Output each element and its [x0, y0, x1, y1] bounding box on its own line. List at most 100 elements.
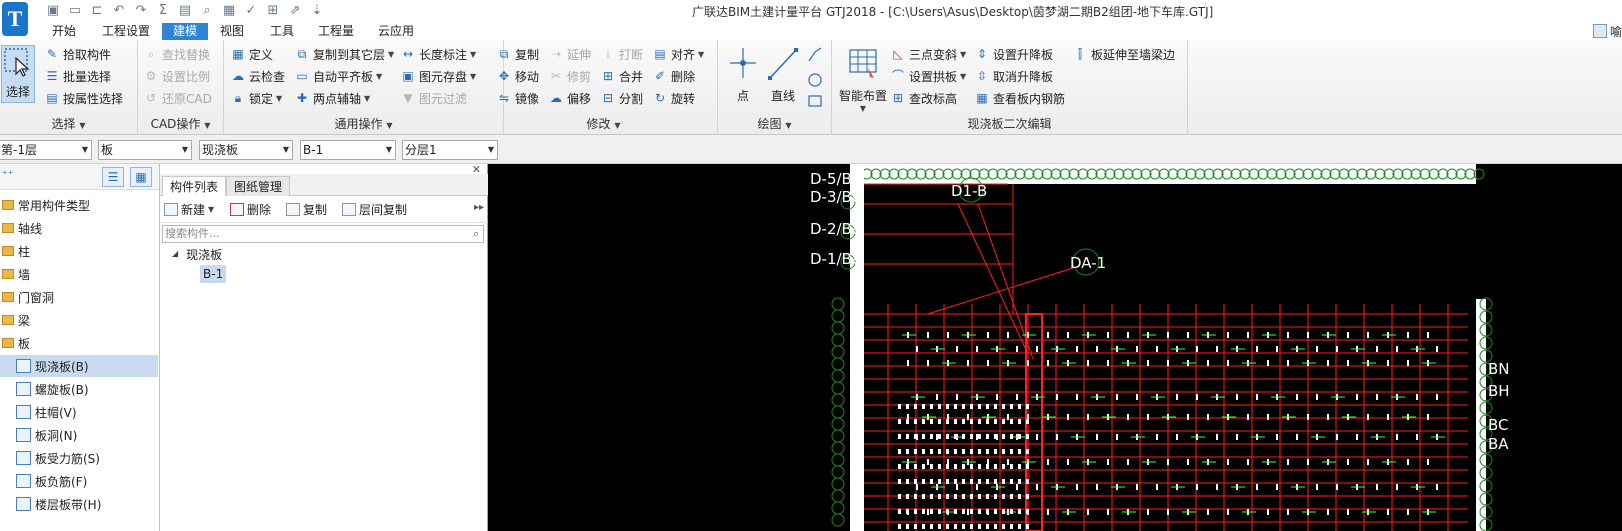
open-folder-icon[interactable]: ⊏ [88, 3, 106, 19]
point-button[interactable]: 点 [726, 44, 760, 104]
tree-leaf[interactable]: 楼层板带(H) [0, 493, 158, 515]
delete-component-button[interactable]: 删除 [230, 201, 271, 218]
component-group[interactable]: ◢ 现浇板 [172, 246, 222, 263]
auto-flush-slab-button[interactable]: ▭ 自动平齐板 ▼ [294, 66, 382, 86]
align-button[interactable]: ▤ 对齐 ▼ [652, 44, 704, 64]
break-button[interactable]: ⁞ 打断 [600, 44, 643, 64]
draw-group-label[interactable]: 绘图 ▼ [718, 115, 831, 132]
restore-cad-button[interactable]: ↺ 还原CAD [143, 88, 212, 108]
user-area[interactable]: 喻 [1592, 22, 1622, 40]
tree-folder[interactable]: 门窗洞 [0, 286, 158, 308]
two-point-axis-button[interactable]: ✚ 两点辅轴 ▼ [294, 88, 370, 108]
save-element-button[interactable]: ▣ 图元存盘 ▼ [400, 66, 476, 86]
find-icon[interactable]: ⌕ [198, 3, 216, 19]
delete-button[interactable]: ✐ 删除 [652, 66, 695, 86]
floor-select[interactable]: 第-1层 ▼ [0, 140, 92, 160]
lock-button[interactable]: 🔒︎ 锁定 ▼ [230, 88, 282, 108]
pick-component-button[interactable]: ✎ 拾取构件 [44, 44, 111, 64]
cloud-check-button[interactable]: ☁ 云检查 [230, 66, 285, 86]
copy-to-other-floor-button[interactable]: ⧉ 复制到其它层 ▼ [294, 44, 394, 64]
arc-tools-icon[interactable] [806, 44, 824, 110]
select-group-label[interactable]: 选择 ▼ [0, 115, 137, 132]
check-icon[interactable]: ✓ [242, 3, 260, 19]
rotate-button[interactable]: ↻ 旋转 [652, 88, 695, 108]
search-icon[interactable]: ⌕ [473, 226, 479, 242]
smart-layout-button[interactable]: 智能布置 ▼ [836, 44, 890, 113]
modify-group-label[interactable]: 修改 ▼ [490, 115, 717, 132]
tree-leaf[interactable]: 板受力筋(S) [0, 447, 158, 469]
copy-component-button[interactable]: 复制 [286, 201, 327, 218]
view-slab-rebar-button[interactable]: ▦ 查看板内钢筋 [974, 88, 1065, 108]
move-button[interactable]: ✥ 移动 [496, 66, 539, 86]
app-logo[interactable]: T [2, 2, 28, 36]
drawing-canvas[interactable]: D-5/B8 D-3/B8 D-2/B8 D-1/B8 D1-B DA-1 BN BH BC BA [488, 164, 1622, 531]
copy-between-floors-button[interactable]: 层间复制 [342, 201, 407, 218]
trim-button[interactable]: ✂ 修剪 [548, 66, 591, 86]
tree-leaf[interactable]: 板洞(N) [0, 424, 158, 446]
select-button[interactable]: 选择 [1, 45, 35, 103]
tree-folder[interactable]: 轴线 [0, 217, 158, 239]
tree-folder[interactable]: 柱 [0, 240, 158, 262]
list-view-icon[interactable]: ☰ [102, 167, 124, 187]
save-icon[interactable]: ▣ [44, 3, 62, 19]
mirror-button[interactable]: ⇋ 镜像 [496, 88, 539, 108]
batch-select-button[interactable]: ☰ 批量选择 [44, 66, 111, 86]
tree-leaf[interactable]: 柱帽(V) [0, 401, 158, 423]
component-search-input[interactable]: 搜索构件... ⌕ [162, 225, 484, 243]
line-button[interactable]: 直线 [766, 44, 800, 104]
tab-view[interactable]: 视图 [214, 23, 250, 40]
tree-leaf[interactable]: 现浇板(B) [0, 355, 158, 377]
find-replace-button[interactable]: ⌕ 查找替换 [143, 44, 210, 64]
tree-folder[interactable]: 常用构件类型 [0, 194, 158, 216]
split-button[interactable]: ⊟ 分割 [600, 88, 643, 108]
tree-leaf[interactable]: 螺旋板(B) [0, 378, 158, 400]
grid-icon[interactable]: ⊞ [264, 3, 282, 19]
report-icon[interactable]: ▤ [176, 3, 194, 19]
component-type-select[interactable]: 板 ▼ [98, 140, 192, 160]
set-scale-button[interactable]: ⚙ 设置比例 [143, 66, 210, 86]
tab-component-list[interactable]: 构件列表 [162, 176, 227, 196]
icon-view-icon[interactable]: ▦ [130, 167, 152, 187]
set-raise-lower-slab-button[interactable]: ⇕ 设置升降板 [974, 44, 1053, 64]
more-icon[interactable]: ▸▸ [474, 202, 484, 213]
component-subtype-select[interactable]: 现浇板 ▼ [199, 140, 293, 160]
tab-start[interactable]: 开始 [46, 23, 82, 40]
length-dimension-button[interactable]: ↔ 长度标注 ▼ [400, 44, 476, 64]
export-icon[interactable]: ⇗ [286, 3, 304, 19]
three-point-slope-button[interactable]: ◺ 三点变斜 ▼ [890, 44, 966, 64]
tab-modeling[interactable]: 建模 [162, 23, 208, 40]
offset-button[interactable]: ☁ 偏移 [548, 88, 591, 108]
customize-icon[interactable]: ⇣ [308, 3, 326, 19]
merge-button[interactable]: ⊞ 合并 [600, 66, 643, 86]
define-button[interactable]: ▦ 定义 [230, 44, 273, 64]
tab-quantity[interactable]: 工程量 [312, 23, 360, 40]
component-item-selected[interactable]: B-1 [200, 265, 227, 283]
extend-slab-to-wall-beam-button[interactable]: ⫿ 板延伸至墙梁边 [1072, 44, 1175, 64]
cad-drawing[interactable]: D-5/B8D-3/B8 D-2/B8 D-1/B8 D1-B DA-1 BN BH BCBA [488, 164, 1622, 531]
component-select[interactable]: B-1 ▼ [300, 140, 396, 160]
tab-project-settings[interactable]: 工程设置 [96, 23, 156, 40]
copy-button[interactable]: ⧉ 复制 [496, 44, 539, 64]
redo-icon[interactable]: ↷ [132, 3, 150, 19]
undo-icon[interactable]: ↶ [110, 3, 128, 19]
set-arch-slab-button[interactable]: ⌒ 设置拱板 ▼ [890, 66, 966, 86]
tree-folder[interactable]: 墙 [0, 263, 158, 285]
collapse-icon[interactable]: ◢ [172, 246, 178, 263]
tab-drawing-management[interactable]: 图纸管理 [226, 176, 291, 196]
layer-select[interactable]: 分层1 ▼ [402, 140, 498, 160]
new-component-button[interactable]: 新建 ▼ [164, 201, 214, 218]
new-file-icon[interactable]: ▭ [66, 3, 84, 19]
tree-leaf[interactable]: 板负筋(F) [0, 470, 158, 492]
cad-group-label[interactable]: CAD操作 ▼ [138, 115, 223, 132]
tree-folder[interactable]: 梁 [0, 309, 158, 331]
tab-tools[interactable]: 工具 [264, 23, 300, 40]
select-by-attribute-button[interactable]: ▤ 按属性选择 [44, 88, 123, 108]
calc-icon[interactable]: ▦ [220, 3, 238, 19]
sum-icon[interactable]: Σ [154, 3, 172, 19]
check-elevation-button[interactable]: ⊞ 查改标高 [890, 88, 957, 108]
extend-button[interactable]: ⇢ 延伸 [548, 44, 591, 64]
cancel-raise-lower-slab-button[interactable]: ⇳ 取消升降板 [974, 66, 1053, 86]
tree-folder[interactable]: 板 [0, 332, 158, 354]
element-filter-button[interactable]: ▼ 图元过滤 [400, 88, 467, 108]
expand-all-icon[interactable]: ⁺⁺ [2, 168, 14, 181]
